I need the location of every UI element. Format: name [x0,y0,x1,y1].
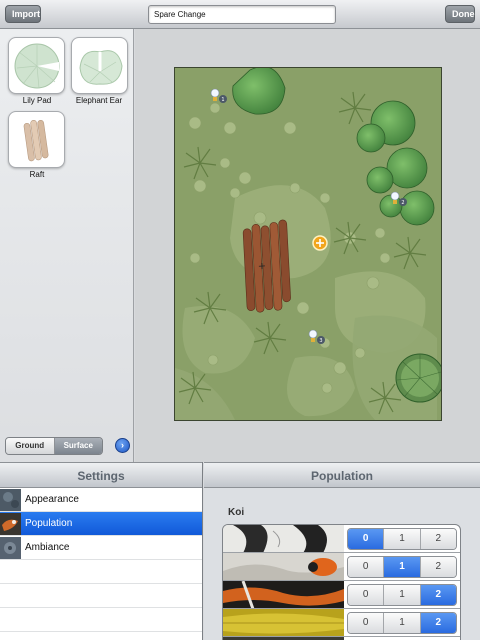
count-option-2[interactable]: 2 [420,612,456,633]
koi-row: 0 1 2 [223,581,460,609]
svg-text:1: 1 [221,97,224,103]
count-option-0[interactable]: 0 [348,556,385,577]
empty-row [0,560,202,584]
raft-label: Raft [29,170,45,179]
settings-header: Settings [0,462,202,488]
population-header: Population [204,462,480,488]
elephant-ear-tile[interactable] [71,37,128,94]
koi-section-title: Koi [228,507,245,518]
settings-item-appearance[interactable]: Appearance [0,488,202,512]
koi-white-black-icon [223,525,344,552]
editor-canvas: 1 2 3 [135,29,480,462]
koi-black-orange-icon [223,581,344,608]
object-palette: Lily Pad Elephant Ear Raft Ground Surfac… [0,29,134,462]
svg-text:2: 2 [401,200,404,206]
count-option-2[interactable]: 2 [420,528,456,549]
koi-count-selector: 0 1 2 [347,555,457,578]
done-button[interactable]: Done [445,5,475,23]
raft-icon [23,120,49,162]
empty-row [0,608,202,632]
pond-map[interactable]: 1 2 3 [174,67,442,421]
population-thumbnail-icon [0,512,21,535]
import-button[interactable]: Import [5,5,41,23]
count-option-0[interactable]: 0 [348,584,385,605]
count-option-1[interactable]: 1 [384,556,421,577]
koi-yellow-icon [223,609,344,636]
settings-item-ambiance[interactable]: Ambiance [0,536,202,560]
appearance-thumbnail-icon [0,488,21,511]
koi-row: 0 1 2 [223,553,460,581]
count-option-0[interactable]: 0 [348,612,385,633]
koi-list: 0 1 2 0 1 2 0 1 2 0 1 2 [222,524,461,640]
elephant-ear-label: Elephant Ear [75,96,123,105]
raft-object[interactable] [242,219,292,313]
count-option-2[interactable]: 2 [420,556,456,577]
count-option-2[interactable]: 2 [420,584,456,605]
koi-row: 0 1 2 [223,525,460,553]
settings-item-population[interactable]: Population [0,512,202,536]
empty-row [0,584,202,608]
settings-pane: Settings Appearance Population Ambiance [0,462,203,640]
lily-pad-tile[interactable] [8,37,65,94]
koi-orange-white-icon [223,553,344,580]
koi-count-selector: 0 1 2 [347,527,457,550]
count-option-1[interactable]: 1 [384,584,421,605]
svg-text:3: 3 [319,338,322,344]
koi-count-selector: 0 1 2 [347,611,457,634]
settings-item-label: Appearance [25,494,79,505]
raft-tile[interactable] [8,111,65,168]
top-toolbar: Import Spare Change Done [0,0,480,29]
count-option-1[interactable]: 1 [384,612,421,633]
pond-scene: 1 2 3 [175,68,441,420]
surface-segment[interactable]: Surface [54,438,102,454]
koi-row: 0 1 2 [223,609,460,637]
count-option-1[interactable]: 1 [384,528,421,549]
selected-object-marker[interactable] [312,235,328,251]
lily-pad-icon [14,43,60,89]
settings-item-label: Population [25,518,73,529]
population-pane: Population Koi 0 1 2 0 1 2 0 1 2 0 1 2 [204,462,480,640]
ambiance-thumbnail-icon [0,536,21,559]
settings-item-label: Ambiance [25,542,70,553]
elephant-ear-icon [79,50,123,85]
count-option-0[interactable]: 0 [348,528,385,549]
koi-count-selector: 0 1 2 [347,583,457,606]
layer-segmented-control: Ground Surface [5,437,103,455]
lily-pad-label: Lily Pad [22,96,52,105]
ground-segment[interactable]: Ground [6,438,55,454]
title-field[interactable]: Spare Change [148,5,336,24]
arrow-right-icon[interactable]: › [115,438,130,453]
